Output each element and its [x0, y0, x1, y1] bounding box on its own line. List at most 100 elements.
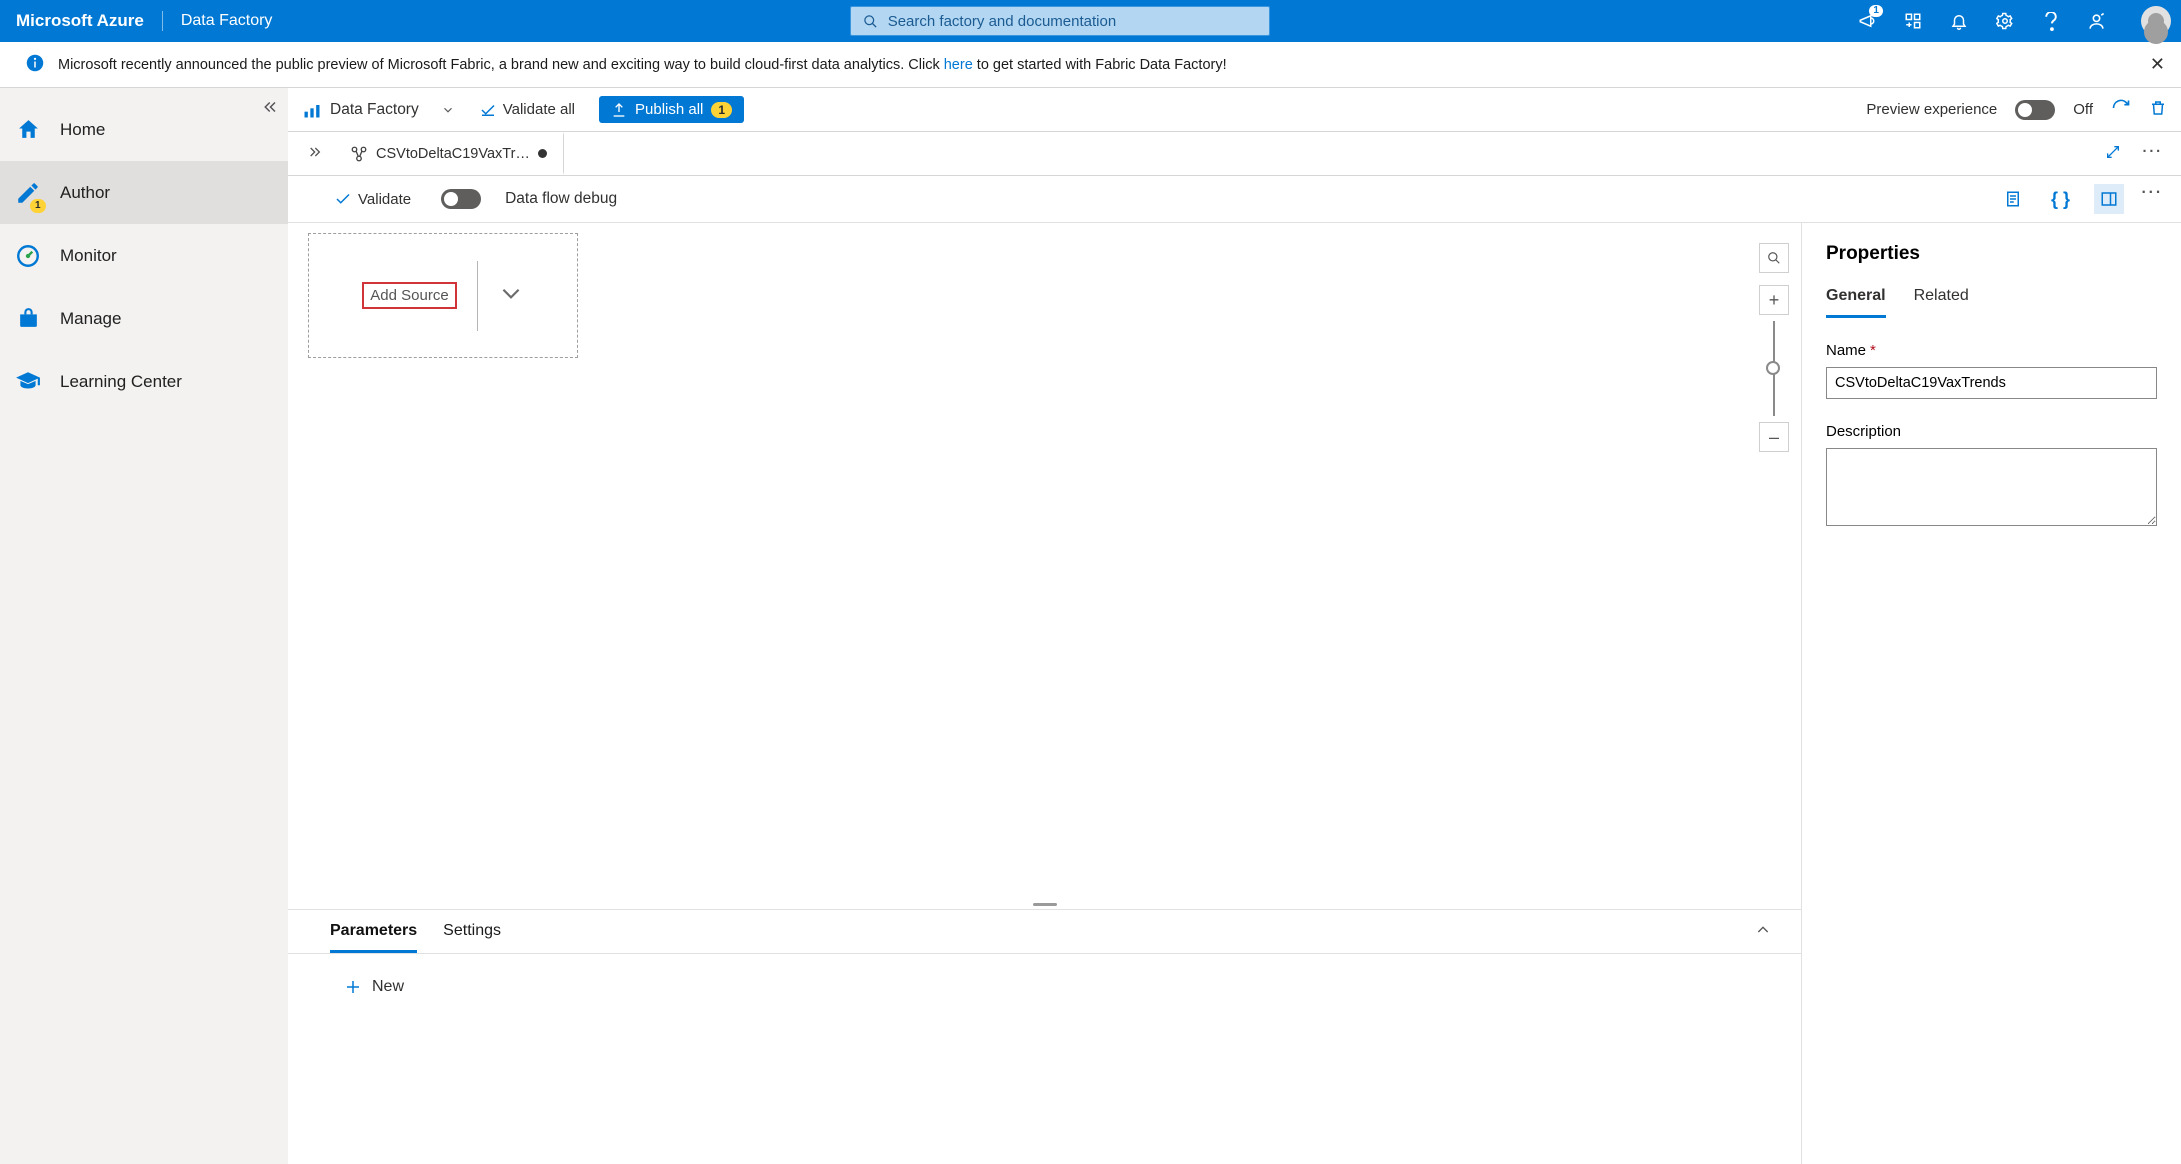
name-field-label: Name*	[1826, 342, 2157, 359]
script-view-button[interactable]	[1998, 184, 2028, 214]
dataflow-debug-label: Data flow debug	[505, 190, 617, 208]
brand-label[interactable]: Microsoft Azure	[16, 11, 163, 31]
sidebar-item-learning-center[interactable]: Learning Center	[0, 350, 288, 413]
publish-all-label: Publish all	[635, 101, 703, 118]
trash-icon	[2149, 98, 2167, 118]
search-icon	[863, 14, 878, 29]
validate-label: Validate	[358, 191, 411, 208]
banner-close-button[interactable]: ✕	[2150, 54, 2165, 75]
sidebar-item-label: Manage	[60, 309, 121, 329]
add-source-node[interactable]: Add Source	[308, 233, 578, 358]
editor-tab-strip: CSVtoDeltaC19VaxTr… ···	[288, 132, 2181, 176]
publish-count-badge: 1	[711, 102, 732, 118]
tab-actions-button[interactable]: ···	[2143, 144, 2164, 164]
left-sidebar: Home Author 1 Monitor Manage Learn	[0, 88, 288, 1164]
preview-experience-label: Preview experience	[1866, 101, 1997, 118]
sidebar-item-badge: 1	[30, 199, 46, 213]
sidebar-item-label: Monitor	[60, 246, 117, 266]
chevron-up-icon	[1755, 922, 1771, 938]
tab-settings[interactable]: Settings	[443, 922, 501, 953]
separator	[477, 261, 478, 331]
name-input[interactable]	[1826, 367, 2157, 399]
expand-icon	[2105, 144, 2121, 160]
topbar-icon-group: 1	[1857, 11, 2107, 31]
zoom-out-button[interactable]: –	[1759, 422, 1789, 452]
dataflow-canvas[interactable]: Add Source +	[288, 223, 1801, 903]
sidebar-item-label: Home	[60, 120, 105, 140]
sidebar-item-manage[interactable]: Manage	[0, 287, 288, 350]
properties-toggle-button[interactable]	[2094, 184, 2124, 214]
sidebar-item-author[interactable]: Author 1	[0, 161, 288, 224]
properties-panel: Properties General Related Name* Descrip…	[1801, 223, 2181, 1164]
properties-title: Properties	[1826, 243, 2157, 265]
info-icon	[26, 54, 44, 76]
add-source-label: Add Source	[362, 282, 456, 309]
global-topbar: Microsoft Azure Data Factory Search fact…	[0, 0, 2181, 42]
banner-link[interactable]: here	[944, 57, 973, 73]
banner-text-before: Microsoft recently announced the public …	[58, 57, 944, 73]
help-icon[interactable]	[2041, 11, 2061, 31]
info-banner: Microsoft recently announced the public …	[0, 42, 2181, 88]
validate-button[interactable]: Validate	[328, 186, 417, 212]
zoom-slider[interactable]	[1773, 321, 1775, 416]
refresh-icon	[2111, 98, 2131, 118]
new-parameter-label: New	[372, 978, 404, 996]
description-textarea[interactable]	[1826, 448, 2157, 526]
sidebar-item-home[interactable]: Home	[0, 98, 288, 161]
panel-splitter[interactable]	[288, 903, 1801, 910]
banner-text-after: to get started with Fabric Data Factory!	[977, 57, 1227, 73]
main-toolbar: Data Factory Validate all Publish all 1 …	[288, 88, 2181, 132]
context-label: Data Factory	[330, 101, 419, 119]
add-source-dropdown[interactable]	[498, 280, 524, 312]
zoom-search-button[interactable]	[1759, 243, 1789, 273]
main-area: Data Factory Validate all Publish all 1 …	[288, 88, 2181, 1164]
new-parameter-button[interactable]: New	[344, 978, 1801, 996]
preview-experience-toggle[interactable]	[2015, 100, 2055, 120]
settings-icon[interactable]	[1995, 11, 2015, 31]
search-placeholder: Search factory and documentation	[888, 13, 1116, 30]
properties-tab-general[interactable]: General	[1826, 287, 1886, 318]
properties-tab-related[interactable]: Related	[1914, 287, 1969, 318]
discard-button[interactable]	[2149, 98, 2167, 122]
sidebar-item-label: Author	[60, 183, 110, 203]
required-icon: *	[1870, 342, 1876, 359]
sidebar-item-monitor[interactable]: Monitor	[0, 224, 288, 287]
graduation-icon	[14, 368, 42, 396]
editor-tab-title: CSVtoDeltaC19VaxTr…	[376, 146, 530, 162]
service-label[interactable]: Data Factory	[163, 12, 273, 30]
unsaved-indicator-icon	[538, 149, 547, 158]
validate-all-label: Validate all	[503, 101, 575, 118]
fullscreen-button[interactable]	[2105, 144, 2121, 164]
dataflow-toolbar: Validate Data flow debug { } ···	[288, 176, 2181, 222]
check-icon	[334, 190, 352, 208]
announcements-icon[interactable]: 1	[1857, 11, 1877, 31]
refresh-button[interactable]	[2111, 98, 2131, 122]
user-avatar[interactable]	[2141, 6, 2171, 36]
tab-parameters[interactable]: Parameters	[330, 922, 417, 953]
zoom-in-button[interactable]: +	[1759, 285, 1789, 315]
tabstrip-expand-button[interactable]	[298, 144, 334, 164]
preview-experience-state: Off	[2073, 101, 2093, 118]
datafactory-icon	[302, 100, 322, 120]
context-breadcrumb[interactable]: Data Factory	[302, 100, 455, 120]
zoom-thumb[interactable]	[1766, 361, 1780, 375]
feedback-icon[interactable]	[2087, 11, 2107, 31]
gauge-icon	[14, 242, 42, 270]
home-icon	[14, 116, 42, 144]
more-actions-button[interactable]: ···	[2142, 184, 2164, 214]
chevron-down-icon	[441, 103, 455, 117]
upload-icon	[611, 102, 627, 118]
editor-tab[interactable]: CSVtoDeltaC19VaxTr…	[334, 132, 564, 175]
code-view-button[interactable]: { }	[2046, 184, 2076, 214]
dataflow-debug-toggle[interactable]	[441, 189, 481, 209]
validate-all-button[interactable]: Validate all	[473, 97, 581, 123]
notifications-icon[interactable]	[1949, 11, 1969, 31]
properties-panel-icon	[2100, 190, 2118, 208]
document-icon	[2004, 189, 2022, 209]
global-search[interactable]: Search factory and documentation	[850, 6, 1270, 36]
publish-all-button[interactable]: Publish all 1	[599, 96, 744, 123]
switch-directory-icon[interactable]	[1903, 11, 1923, 31]
bottom-panel-collapse-button[interactable]	[1755, 922, 1801, 953]
dataflow-icon	[350, 145, 368, 163]
plus-icon: +	[1769, 290, 1780, 311]
